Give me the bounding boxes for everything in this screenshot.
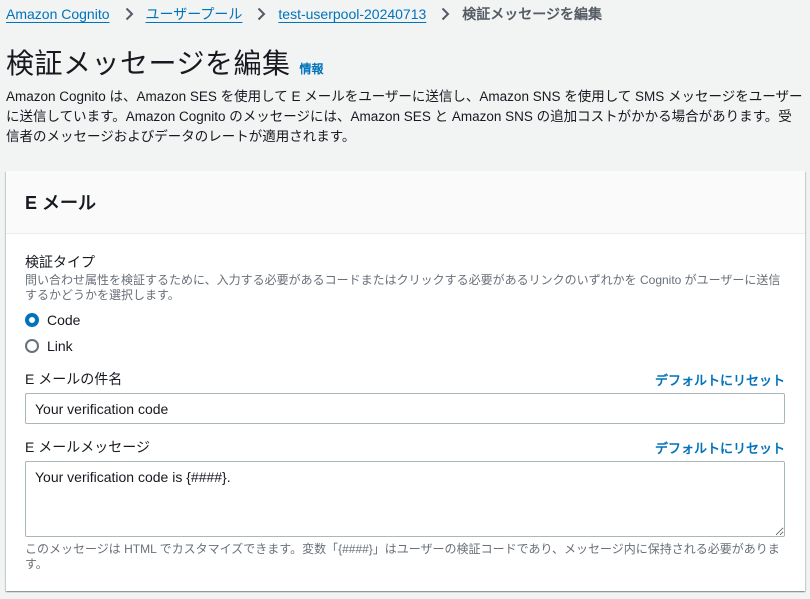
breadcrumb-link-user-pools[interactable]: ユーザープール [146, 4, 243, 24]
chevron-right-icon [438, 7, 452, 21]
radio-code[interactable]: Code [25, 312, 80, 328]
verification-type-label: 検証タイプ [25, 254, 95, 270]
breadcrumb-current: 検証メッセージを編集 [462, 6, 603, 22]
breadcrumb: Amazon Cognito ユーザープール test-userpool-202… [6, 4, 602, 24]
email-panel: E メール 検証タイプ 問い合わせ属性を検証するために、入力する必要があるコード… [6, 171, 805, 591]
radio-checked-icon[interactable] [25, 313, 39, 327]
email-subject-label: E メールの件名 [25, 371, 123, 387]
email-message-textarea[interactable]: Your verification code is {####}. [25, 461, 785, 537]
reset-subject-link[interactable]: デフォルトにリセット [655, 370, 785, 389]
verification-type-description: 問い合わせ属性を検証するために、入力する必要があるコードまたはクリックする必要が… [25, 273, 781, 302]
reset-message-link[interactable]: デフォルトにリセット [655, 438, 785, 457]
radio-link[interactable]: Link [25, 338, 73, 354]
chevron-right-icon [254, 7, 268, 21]
panel-header: E メール [6, 171, 805, 234]
panel-title: E メール [25, 193, 97, 213]
chevron-right-icon [122, 7, 136, 21]
breadcrumb-link-user-pool[interactable]: test-userpool-20240713 [278, 6, 426, 22]
radio-link-label: Link [47, 338, 73, 354]
email-subject-input[interactable] [25, 393, 785, 424]
page-description: Amazon Cognito は、Amazon SES を使用して E メールを… [6, 89, 803, 144]
page-title: 検証メッセージを編集 [6, 48, 291, 79]
info-link[interactable]: 情報 [299, 60, 323, 77]
radio-code-label: Code [47, 312, 81, 328]
message-constraint-text: このメッセージは HTML でカスタマイズできます。変数「{####}」はユーザ… [25, 542, 780, 571]
radio-unchecked-icon[interactable] [25, 339, 39, 353]
email-message-label: E メールメッセージ [25, 439, 150, 455]
page-header: 検証メッセージを編集 情報 [6, 42, 323, 82]
breadcrumb-link-cognito[interactable]: Amazon Cognito [6, 6, 110, 22]
